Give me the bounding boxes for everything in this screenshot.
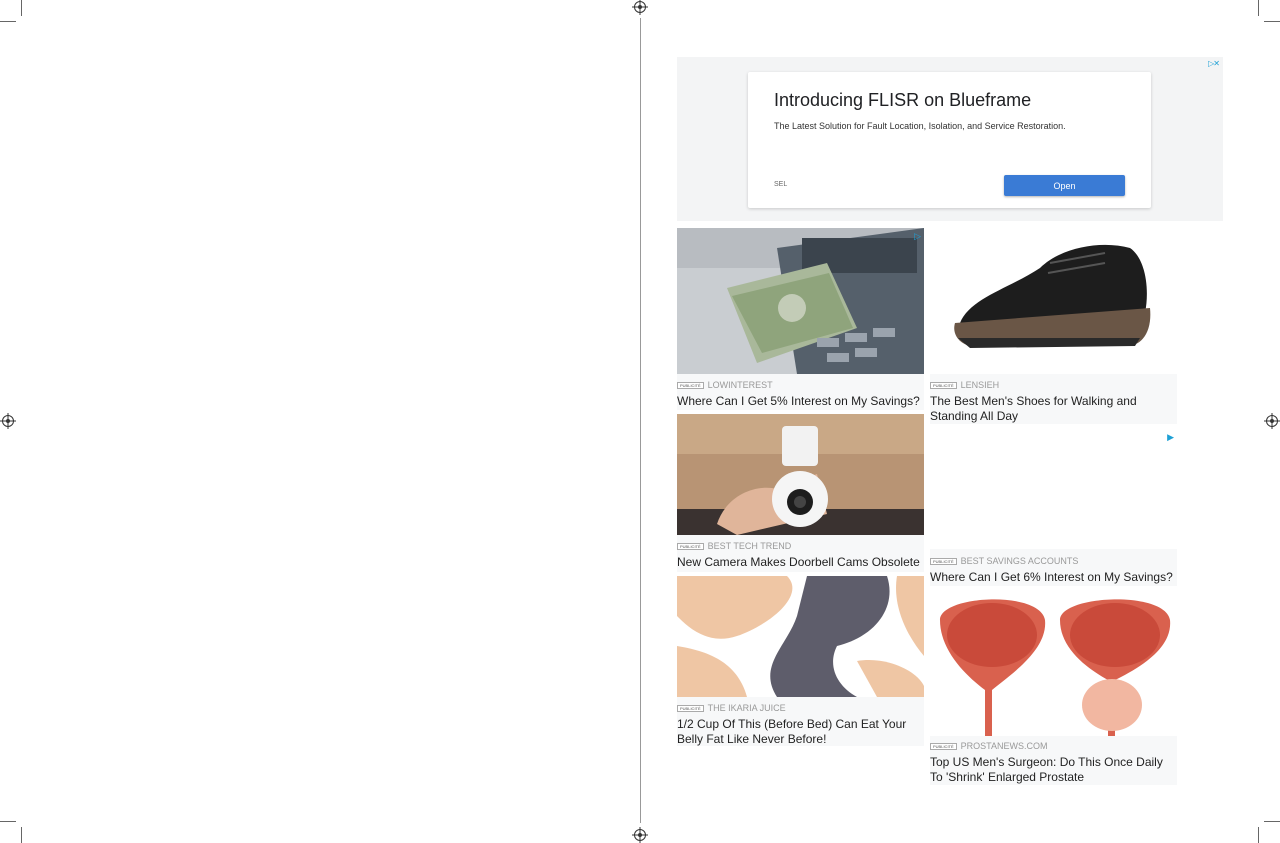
- ad-headline[interactable]: Top US Men's Surgeon: Do This Once Daily…: [930, 755, 1177, 785]
- ad-source: BEST SAVINGS ACCOUNTS: [960, 556, 1079, 566]
- ad-tile-ikaria-juice[interactable]: PUBLICITÉ THE IKARIA JUICE 1/2 Cup Of Thi…: [677, 576, 924, 746]
- abstract-shapes-image[interactable]: [677, 576, 924, 697]
- ad-play-icon[interactable]: ▷: [914, 231, 921, 242]
- ad-source-line: PUBLICITÉ LENSIEH: [930, 380, 999, 390]
- blank-image[interactable]: ▶: [930, 428, 1177, 549]
- banner-open-button[interactable]: Open: [1004, 175, 1125, 196]
- crop-mark: [1258, 0, 1259, 16]
- banner-ad-subtitle: The Latest Solution for Fault Location, …: [774, 121, 1066, 131]
- ad-badge: PUBLICITÉ: [677, 705, 704, 713]
- ad-play-icon[interactable]: ▶: [1167, 432, 1174, 443]
- adchoices-icon[interactable]: ▷✕: [1208, 59, 1220, 68]
- banner-ad-title: Introducing FLISR on Blueframe: [774, 90, 1032, 110]
- banner-ad-advertiser: SEL: [774, 181, 788, 188]
- banner-ad-card[interactable]: Introducing FLISR on Blueframe The Lates…: [748, 72, 1151, 208]
- page-fold-line: [640, 18, 641, 823]
- ad-headline[interactable]: Where Can I Get 6% Interest on My Saving…: [930, 570, 1177, 585]
- crop-mark: [0, 821, 16, 822]
- ad-source-line: PUBLICITÉ BEST TECH TREND: [677, 541, 791, 551]
- ad-badge: PUBLICITÉ: [930, 382, 957, 390]
- ad-tile-lowinterest[interactable]: ▷ PUBLICITÉ LOWINTEREST Where Can I Get 5…: [677, 228, 924, 410]
- ad-badge: PUBLICITÉ: [677, 382, 704, 390]
- banner-ad[interactable]: ▷✕ Introducing FLISR on Blueframe The La…: [677, 57, 1223, 221]
- ad-headline[interactable]: 1/2 Cup Of This (Before Bed) Can Eat You…: [677, 717, 924, 747]
- ad-tile-lensieh[interactable]: PUBLICITÉ LENSIEH The Best Men's Shoes fo…: [930, 228, 1177, 424]
- registration-mark-icon: [1266, 415, 1278, 427]
- atm-cash-image[interactable]: ▷: [677, 228, 924, 374]
- ad-headline[interactable]: The Best Men's Shoes for Walking and Sta…: [930, 394, 1177, 424]
- crop-mark: [1258, 827, 1259, 843]
- ad-headline[interactable]: New Camera Makes Doorbell Cams Obsolete: [677, 555, 924, 570]
- ad-source-line: PUBLICITÉ LOWINTEREST: [677, 380, 773, 390]
- ad-source-line: PUBLICITÉ PROSTANEWS.COM: [930, 741, 1048, 751]
- ad-badge: PUBLICITÉ: [930, 743, 957, 751]
- ad-tile-best-savings-accounts[interactable]: ▶ PUBLICITÉ BEST SAVINGS ACCOUNTS Where C…: [930, 428, 1177, 586]
- crop-mark: [1264, 821, 1280, 822]
- registration-mark-icon: [634, 1, 646, 13]
- crop-mark: [21, 0, 22, 16]
- crop-mark: [1264, 21, 1280, 22]
- crop-mark: [0, 21, 16, 22]
- bulb-camera-image[interactable]: [677, 414, 924, 535]
- ad-badge: PUBLICITÉ: [930, 558, 957, 566]
- crop-mark: [21, 827, 22, 843]
- ad-source: LOWINTEREST: [707, 380, 773, 390]
- ad-tile-best-tech-trend[interactable]: PUBLICITÉ BEST TECH TREND New Camera Make…: [677, 414, 924, 572]
- ad-source-line: PUBLICITÉ BEST SAVINGS ACCOUNTS: [930, 556, 1078, 566]
- ad-source: LENSIEH: [960, 380, 1000, 390]
- ad-headline[interactable]: Where Can I Get 5% Interest on My Saving…: [677, 394, 924, 409]
- ad-source: PROSTANEWS.COM: [960, 741, 1048, 751]
- black-shoe-image[interactable]: [930, 228, 1177, 374]
- ad-tile-prostanews[interactable]: PUBLICITÉ PROSTANEWS.COM Top US Men's Sur…: [930, 590, 1177, 785]
- ad-badge: PUBLICITÉ: [677, 543, 704, 551]
- registration-mark-icon: [634, 829, 646, 841]
- ad-source: BEST TECH TREND: [707, 541, 792, 551]
- ad-source: THE IKARIA JUICE: [707, 703, 786, 713]
- ad-source-line: PUBLICITÉ THE IKARIA JUICE: [677, 703, 786, 713]
- registration-mark-icon: [2, 415, 14, 427]
- prostate-illustration-image[interactable]: [930, 590, 1177, 736]
